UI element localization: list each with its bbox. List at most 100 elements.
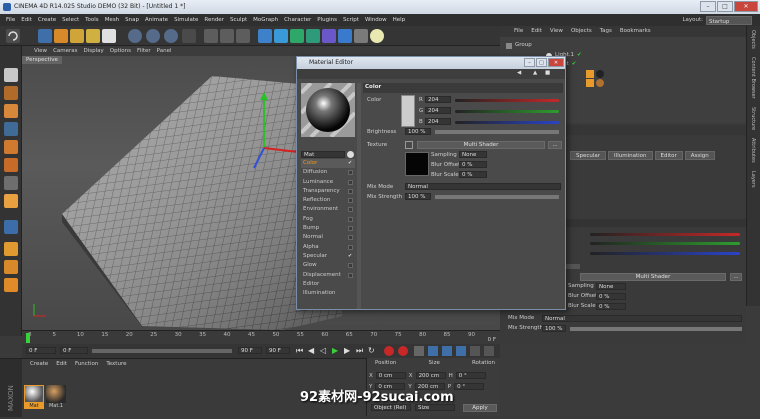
material-thumb-mat[interactable] bbox=[24, 385, 44, 403]
rotation-key-icon[interactable] bbox=[456, 346, 466, 356]
pos-x-field[interactable]: 0 cm bbox=[375, 372, 406, 379]
visible-check-icon[interactable]: ✔ bbox=[577, 51, 582, 60]
material-name-mat[interactable]: Mat bbox=[24, 403, 44, 409]
viewport-menu-options[interactable]: Options bbox=[110, 46, 131, 56]
viewport-menu-view[interactable]: View bbox=[34, 46, 47, 56]
start-frame-field[interactable]: 0 F bbox=[26, 347, 56, 354]
viewport-menu-panel[interactable]: Panel bbox=[157, 46, 172, 56]
scale-key-icon[interactable] bbox=[442, 346, 452, 356]
blur-scale-field[interactable]: 0 % bbox=[459, 171, 487, 178]
keyframe-selection-icon[interactable] bbox=[414, 346, 424, 356]
side-tab-objects[interactable]: Objects bbox=[750, 30, 756, 49]
tab-assign[interactable]: Assign bbox=[684, 151, 715, 160]
object-menu-edit[interactable]: Edit bbox=[531, 26, 542, 37]
material-tag-icon[interactable] bbox=[596, 70, 604, 78]
mix-strength-slider[interactable] bbox=[435, 195, 559, 199]
snap-icon[interactable] bbox=[4, 260, 18, 274]
channel-checkbox[interactable] bbox=[348, 235, 353, 241]
b-field[interactable]: 204 bbox=[425, 118, 451, 125]
side-tab-structure[interactable]: Structure bbox=[750, 107, 756, 130]
r-slider[interactable] bbox=[455, 99, 559, 102]
tab-editor[interactable]: Editor bbox=[654, 151, 683, 160]
b-slider[interactable] bbox=[455, 121, 559, 124]
channel-row-editor[interactable]: Editor bbox=[301, 280, 355, 289]
mix-strength-field[interactable]: 100 % bbox=[405, 193, 431, 200]
menu-item-mesh[interactable]: Mesh bbox=[105, 14, 119, 26]
pen-icon[interactable] bbox=[274, 29, 288, 43]
channel-checkbox[interactable]: ✔ bbox=[348, 161, 353, 166]
g-field[interactable]: 204 bbox=[425, 107, 451, 114]
points-mode-icon[interactable] bbox=[4, 158, 18, 172]
red-slider[interactable] bbox=[590, 233, 740, 236]
texture-shader-button[interactable]: Multi Shader bbox=[417, 141, 545, 149]
rot-p-field[interactable]: 0 ° bbox=[454, 383, 485, 390]
last-frame-icon[interactable]: ⏭ bbox=[356, 346, 363, 356]
make-editable-icon[interactable] bbox=[4, 68, 18, 82]
side-tab-content-browser[interactable]: Content Browser bbox=[750, 57, 756, 99]
material-preview[interactable] bbox=[299, 81, 357, 139]
menu-item-edit[interactable]: Edit bbox=[21, 14, 32, 26]
sampling-select[interactable]: None bbox=[596, 283, 626, 290]
render-settings-icon[interactable] bbox=[236, 29, 250, 43]
mix-strength-field[interactable]: 100 % bbox=[542, 325, 566, 332]
side-tab-layers[interactable]: Layers bbox=[750, 171, 756, 188]
object-row-group[interactable]: Group bbox=[506, 41, 532, 50]
channel-row-color[interactable]: Color ✔ bbox=[301, 159, 355, 169]
mix-mode-select[interactable]: Normal bbox=[542, 315, 742, 322]
current-frame-field[interactable]: 0 F bbox=[60, 347, 88, 354]
menu-item-snap[interactable]: Snap bbox=[125, 14, 139, 26]
maximize-button[interactable]: □ bbox=[717, 1, 733, 12]
undo-icon[interactable] bbox=[6, 29, 20, 43]
channel-list-scrollbar[interactable] bbox=[357, 83, 361, 309]
object-menu-file[interactable]: File bbox=[514, 26, 523, 37]
pla-key-icon[interactable] bbox=[484, 346, 494, 356]
channel-row-environment[interactable]: Environment bbox=[301, 205, 355, 214]
menu-item-plugins[interactable]: Plugins bbox=[317, 14, 337, 26]
apply-button[interactable]: Apply bbox=[463, 404, 497, 412]
layout-select[interactable]: Startup bbox=[706, 15, 752, 25]
channel-row-diffusion[interactable]: Diffusion bbox=[301, 168, 355, 177]
size-mode-select[interactable]: Size bbox=[415, 404, 455, 411]
dialog-maximize-button[interactable]: □ bbox=[536, 58, 547, 67]
brightness-field[interactable]: 100 % bbox=[405, 128, 431, 135]
material-thumb-mat1[interactable] bbox=[46, 385, 66, 403]
side-tab-attributes[interactable]: Attributes bbox=[750, 138, 756, 163]
menu-item-select[interactable]: Select bbox=[62, 14, 79, 26]
play-icon[interactable]: ▶ bbox=[332, 346, 338, 355]
autokey-icon[interactable] bbox=[398, 346, 408, 356]
brightness-slider[interactable] bbox=[435, 130, 559, 134]
object-mode-icon[interactable] bbox=[4, 140, 18, 154]
material-tag-icon[interactable] bbox=[596, 79, 604, 87]
rotate-icon[interactable] bbox=[86, 29, 100, 43]
rot-h-field[interactable]: 0 ° bbox=[455, 372, 486, 379]
material-menu-texture[interactable]: Texture bbox=[106, 361, 126, 367]
render-picture-viewer-icon[interactable] bbox=[220, 29, 234, 43]
material-tag-icon[interactable] bbox=[586, 70, 594, 78]
channel-row-transparency[interactable]: Transparency bbox=[301, 187, 355, 196]
deformer-icon[interactable] bbox=[322, 29, 336, 43]
z-axis-icon[interactable] bbox=[164, 29, 178, 43]
channel-checkbox[interactable] bbox=[348, 198, 353, 204]
shader-more-button[interactable]: ... bbox=[730, 273, 742, 281]
polygons-mode-icon[interactable] bbox=[4, 194, 18, 208]
material-name-mat1[interactable]: Mat.1 bbox=[46, 403, 66, 409]
channel-row-illumination[interactable]: Illumination bbox=[301, 289, 355, 298]
channel-checkbox[interactable] bbox=[348, 188, 353, 194]
scene-icon[interactable] bbox=[338, 29, 352, 43]
object-menu-objects[interactable]: Objects bbox=[571, 26, 592, 37]
r-field[interactable]: 204 bbox=[425, 96, 451, 103]
menu-item-tools[interactable]: Tools bbox=[85, 14, 99, 26]
channel-checkbox[interactable] bbox=[348, 263, 353, 269]
menu-item-mograph[interactable]: MoGraph bbox=[253, 14, 278, 26]
mix-strength-slider[interactable] bbox=[570, 327, 742, 331]
color-swatch[interactable] bbox=[401, 95, 415, 127]
play-reverse-icon[interactable]: ◁ bbox=[320, 346, 326, 355]
menu-item-sculpt[interactable]: Sculpt bbox=[230, 14, 247, 26]
texture-more-button[interactable]: ... bbox=[548, 141, 562, 149]
tab-specular[interactable]: Specular bbox=[570, 151, 607, 160]
coordinate-system-icon[interactable] bbox=[182, 29, 196, 43]
menu-item-script[interactable]: Script bbox=[343, 14, 359, 26]
light-icon[interactable] bbox=[370, 29, 384, 43]
y-axis-icon[interactable] bbox=[146, 29, 160, 43]
menu-item-animate[interactable]: Animate bbox=[145, 14, 168, 26]
